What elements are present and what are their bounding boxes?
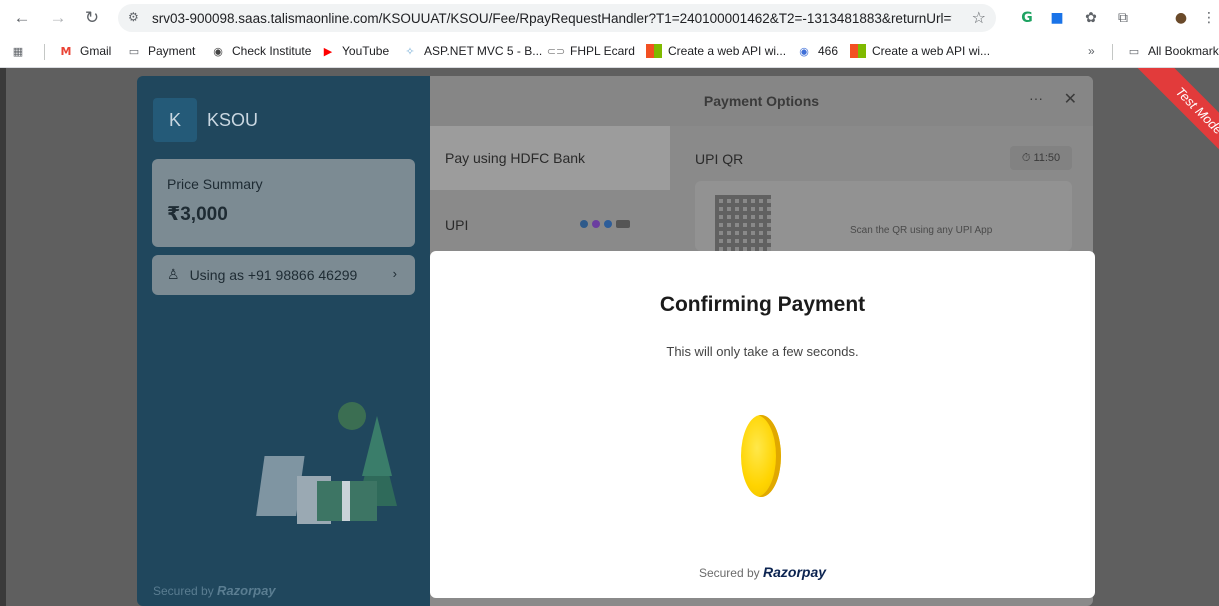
chevron-right-icon: › [392,266,397,281]
using-as-text: Using as +91 98866 46299 [189,267,358,283]
bookmark-label: Gmail [80,44,112,58]
more-options-icon[interactable]: ··· [1029,90,1043,106]
extension-puzzle-alt-icon[interactable]: ✿ [1080,7,1102,29]
merchant-name: KSOU [207,109,259,130]
site-info-icon[interactable]: ⚙ [128,10,139,24]
more-bookmarks-button[interactable]: » [1088,44,1095,58]
payment-options-title: Payment Options [703,93,820,109]
upi-qr-box: Scan the QR using any UPI App [695,181,1072,251]
bookmark-web-api-2[interactable]: Create a web API wi... [850,44,990,58]
folder-icon: ▭ [128,44,140,58]
extension-blue-icon[interactable]: ■ [1046,7,1068,29]
price-summary-card: Price Summary ₹3,000 [152,159,415,247]
test-mode-ribbon-wrap: Test Mode [1094,68,1219,178]
reload-icon[interactable]: ↻ [80,6,104,30]
bookmark-fhpl[interactable]: ⊂⊃ FHPL Ecard [546,44,635,58]
merchant-panel: K KSOU Price Summary ₹3,000 ♙ Using as +… [137,76,430,606]
bookmark-label: Create a web API wi... [872,44,991,58]
close-icon[interactable]: ✕ [1064,89,1077,108]
merchant-logo: K [153,98,197,142]
bookmark-separator [1112,44,1113,60]
bookmark-star-icon[interactable]: ☆ [972,8,986,27]
globe-icon: ◉ [213,44,223,58]
bookmark-separator [44,44,45,60]
pay-hdfc-label: Pay using HDFC Bank [445,150,586,166]
secured-by-text: Secured by [153,584,214,598]
url-text[interactable]: srv03-900098.saas.talismaonline.com/KSOU… [152,11,952,26]
bookmarks-bar: ▦ M Gmail ▭ Payment ◉ Check Institute ▶ YouT… [0,36,1219,68]
confirming-payment-modal: Confirming Payment This will only take a… [430,251,1095,598]
pay-hdfc-option[interactable]: Pay using HDFC Bank [430,126,670,190]
microsoft-icon [850,44,866,58]
merchant-brand: K KSOU [153,98,258,142]
all-bookmarks-button[interactable]: ▭ All Bookmarks [1126,44,1219,58]
gmail-icon: M [60,44,72,58]
bookmark-web-api-1[interactable]: Create a web API wi... [646,44,786,58]
browser-menu-icon[interactable]: ⋮ [1198,7,1219,29]
bookmark-label: Check Institute [232,44,312,58]
link-icon: ⊂⊃ [546,44,566,58]
upi-option[interactable]: UPI [445,217,468,233]
page-edge [0,68,6,606]
forward-icon[interactable]: → [46,6,70,30]
modal-subtitle: This will only take a few seconds. [666,344,859,359]
microsoft-icon [646,44,662,58]
bookmark-label: ASP.NET MVC 5 - B... [424,44,543,58]
profile-avatar[interactable]: ● [1170,7,1192,29]
razorpay-logo: Razorpay [763,564,827,580]
secured-by-footer: Secured by Razorpay [430,564,1095,580]
extensions-icon[interactable]: ⧉ [1112,7,1134,29]
using-as-button[interactable]: ♙ Using as +91 98866 46299 › [152,255,415,295]
bookmark-check-institute[interactable]: ◉ Check Institute [210,44,311,58]
modal-title: Confirming Payment [659,293,866,316]
price-summary-label: Price Summary [167,176,263,192]
bookmark-aspnet[interactable]: ✧ ASP.NET MVC 5 - B... [402,44,542,58]
apps-grid-icon[interactable]: ▦ [10,44,32,58]
upi-app-logos [580,220,630,228]
youtube-icon: ▶ [323,44,333,58]
bookmark-youtube[interactable]: ▶ YouTube [320,44,389,58]
qr-code-image [715,195,771,251]
shopping-illustration [256,402,397,524]
bookmark-payment[interactable]: ▭ Payment [126,44,196,58]
bookmark-label: Create a web API wi... [668,44,787,58]
bookmark-label: Payment [148,44,196,58]
qr-scan-text: Scan the QR using any UPI App [850,225,993,236]
bookmark-label: YouTube [342,44,390,58]
bookmark-466[interactable]: ◉ 466 [796,44,838,58]
address-bar[interactable]: ⚙ srv03-900098.saas.talismaonline.com/KS… [118,4,996,32]
test-mode-ribbon: Test Mode [1129,68,1219,178]
folder-icon: ▭ [1128,44,1140,58]
aspnet-icon: ✧ [405,44,415,58]
browser-toolbar: ← → ↻ ⚙ srv03-900098.saas.talismaonline.… [0,0,1219,36]
secured-by-left: Secured by Razorpay [153,583,276,598]
back-icon[interactable]: ← [10,6,34,30]
upi-qr-title: UPI QR [695,151,744,167]
bookmark-gmail[interactable]: M Gmail [58,44,112,58]
bookmark-label: 466 [818,44,839,58]
site-icon: ◉ [799,44,809,58]
coin-loader-icon [741,415,781,497]
bookmark-label: FHPL Ecard [570,44,635,58]
secured-by-text: Secured by [698,566,760,580]
user-icon: ♙ [167,267,180,283]
all-bookmarks-label: All Bookmarks [1148,44,1219,58]
payment-options-header: Payment Options ··· ✕ [430,76,1093,126]
grammarly-icon[interactable]: G [1016,7,1038,29]
price-amount: ₹3,000 [167,204,228,225]
qr-timer: ⏱ 11:50 [1010,146,1072,170]
razorpay-logo: Razorpay [217,583,276,598]
